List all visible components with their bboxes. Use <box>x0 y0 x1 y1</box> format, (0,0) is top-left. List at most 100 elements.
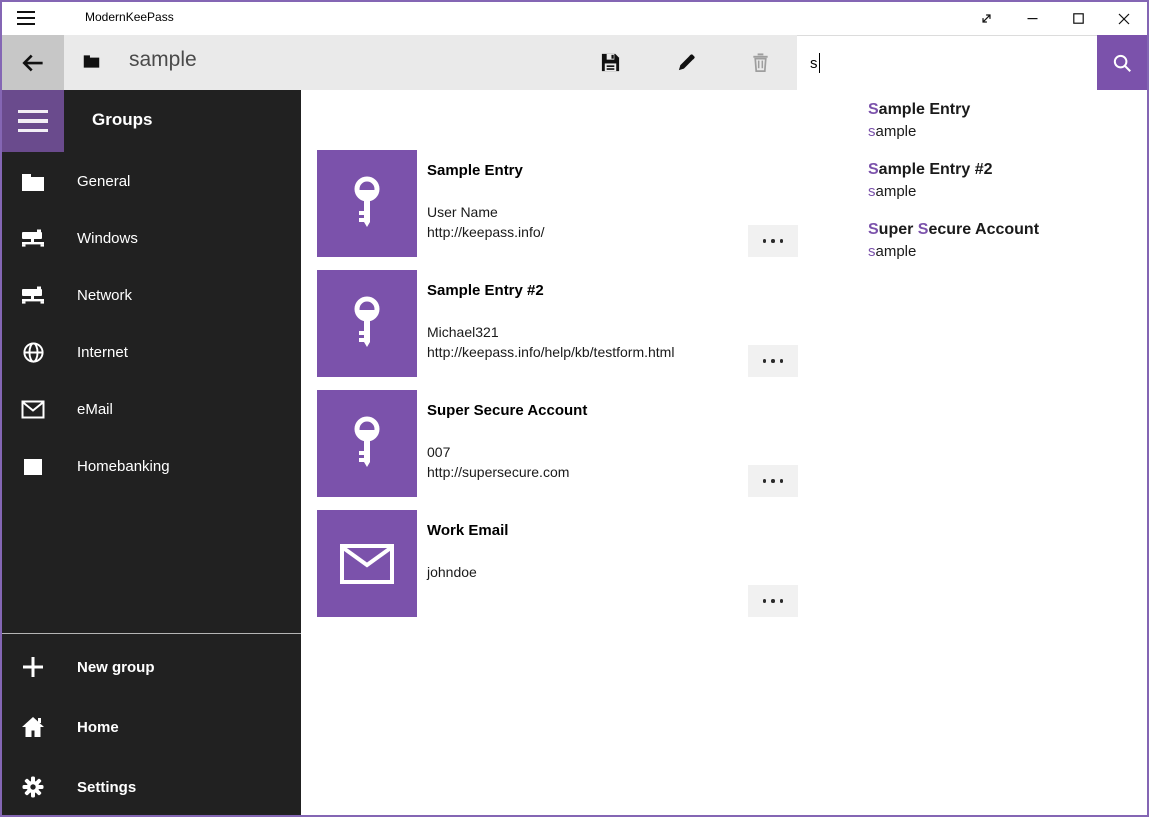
more-icon <box>763 479 767 483</box>
minimize-icon <box>1027 13 1038 24</box>
network-icon <box>21 284 45 308</box>
entry-tile[interactable] <box>317 390 417 497</box>
suggestion-subtitle: sample <box>868 242 1147 262</box>
sidebar-item-general[interactable]: General <box>2 153 301 210</box>
close-icon <box>1118 13 1130 25</box>
database-title: sample <box>129 48 197 72</box>
entry-list: Sample Entry User Name http://keepass.in… <box>317 150 798 630</box>
back-arrow-icon <box>19 49 47 77</box>
titlebar-hamburger-icon <box>17 11 35 25</box>
entry-more-button[interactable] <box>748 465 798 497</box>
group-list: General Windows Network Internet eMail H… <box>2 153 301 495</box>
sidebar-footer: New group Home Settings <box>2 637 301 817</box>
more-icon <box>763 239 767 243</box>
entry-title: Sample Entry #2 <box>427 282 544 299</box>
entry-url: http://keepass.info/help/kb/testform.htm… <box>427 344 674 360</box>
close-button[interactable] <box>1101 2 1147 35</box>
suggestion-sample-entry-2[interactable]: Sample Entry #2 sample <box>868 160 1147 220</box>
entry-row-sample-entry-2[interactable]: Sample Entry #2 Michael321 http://keepas… <box>317 270 798 377</box>
nav-pane-toggle-button[interactable] <box>2 90 64 152</box>
diagonal-arrows-icon <box>979 11 994 26</box>
key-icon <box>347 295 387 353</box>
network-icon <box>21 227 45 251</box>
window-controls <box>963 2 1147 35</box>
edit-button[interactable] <box>662 35 710 90</box>
sidebar-item-label: eMail <box>77 401 113 418</box>
key-icon <box>347 415 387 473</box>
entry-tile[interactable] <box>317 270 417 377</box>
appbar: sample s <box>2 35 1147 90</box>
envelope-icon <box>339 543 395 585</box>
sidebar-item-network[interactable]: Network <box>2 267 301 324</box>
sidebar-item-homebanking[interactable]: Homebanking <box>2 438 301 495</box>
entry-more-button[interactable] <box>748 585 798 617</box>
sidebar-item-home[interactable]: Home <box>2 697 301 757</box>
save-button[interactable] <box>586 35 634 90</box>
envelope-icon <box>21 398 45 422</box>
more-icon <box>763 359 767 363</box>
search-suggestions: Sample Entry sample Sample Entry #2 samp… <box>799 90 1147 272</box>
back-button[interactable] <box>2 35 64 90</box>
entry-tile[interactable] <box>317 510 417 617</box>
key-icon <box>347 175 387 233</box>
minimize-button[interactable] <box>1009 2 1055 35</box>
database-folder-icon <box>83 54 100 74</box>
text-cursor <box>819 53 821 73</box>
suggestion-super-secure-account[interactable]: Super Secure Account sample <box>868 220 1147 280</box>
groups-heading: Groups <box>92 110 152 130</box>
sidebar-separator <box>2 633 301 634</box>
entry-username: Michael321 <box>427 324 499 340</box>
delete-button[interactable] <box>736 35 784 90</box>
home-icon <box>21 715 45 739</box>
entry-username: johndoe <box>427 564 477 580</box>
app-title: ModernKeePass <box>85 10 174 24</box>
entry-url: http://supersecure.com <box>427 464 569 480</box>
plus-icon <box>21 655 45 679</box>
sidebar-item-label: General <box>77 173 130 190</box>
sidebar-item-label: Homebanking <box>77 458 170 475</box>
app-window: ModernKeePass sample <box>0 0 1149 817</box>
globe-icon <box>21 341 45 365</box>
edit-pencil-icon <box>676 52 697 73</box>
square-icon <box>21 455 45 479</box>
suggestion-subtitle: sample <box>868 182 1147 202</box>
sidebar-item-new-group[interactable]: New group <box>2 637 301 697</box>
search-input[interactable]: s <box>797 35 1097 90</box>
entry-tile[interactable] <box>317 150 417 257</box>
sidebar-item-internet[interactable]: Internet <box>2 324 301 381</box>
entry-title: Work Email <box>427 522 508 539</box>
search-magnifier-icon <box>1111 52 1133 74</box>
sidebar-item-label: Network <box>77 287 132 304</box>
suggestion-title: Super Secure Account <box>868 220 1147 240</box>
entry-row-super-secure-account[interactable]: Super Secure Account 007 http://supersec… <box>317 390 798 497</box>
sidebar-item-email[interactable]: eMail <box>2 381 301 438</box>
sidebar-item-windows[interactable]: Windows <box>2 210 301 267</box>
entry-more-button[interactable] <box>748 225 798 257</box>
sidebar-item-settings[interactable]: Settings <box>2 757 301 817</box>
maximize-icon <box>1073 13 1084 24</box>
sidebar-item-label: Settings <box>77 779 136 796</box>
sidebar: Groups General Windows Network Internet … <box>2 90 301 815</box>
entry-more-button[interactable] <box>748 345 798 377</box>
delete-trash-icon <box>750 52 771 73</box>
sidebar-item-label: Windows <box>77 230 138 247</box>
entry-title: Sample Entry <box>427 162 523 179</box>
fullscreen-button[interactable] <box>963 2 1009 35</box>
suggestion-title: Sample Entry <box>868 100 1147 120</box>
more-icon <box>763 599 767 603</box>
search-button[interactable] <box>1097 35 1147 90</box>
entry-url: http://keepass.info/ <box>427 224 545 240</box>
sidebar-item-label: Home <box>77 719 119 736</box>
suggestion-subtitle: sample <box>868 122 1147 142</box>
sidebar-item-label: Internet <box>77 344 128 361</box>
entry-row-work-email[interactable]: Work Email johndoe <box>317 510 798 617</box>
entry-row-sample-entry[interactable]: Sample Entry User Name http://keepass.in… <box>317 150 798 257</box>
titlebar: ModernKeePass <box>2 2 1147 35</box>
entry-title: Super Secure Account <box>427 402 587 419</box>
maximize-button[interactable] <box>1055 2 1101 35</box>
suggestion-title: Sample Entry #2 <box>868 160 1147 180</box>
search-query-text: s <box>810 55 818 72</box>
sidebar-item-label: New group <box>77 659 155 676</box>
suggestion-sample-entry[interactable]: Sample Entry sample <box>868 100 1147 160</box>
hamburger-icon <box>18 110 48 132</box>
